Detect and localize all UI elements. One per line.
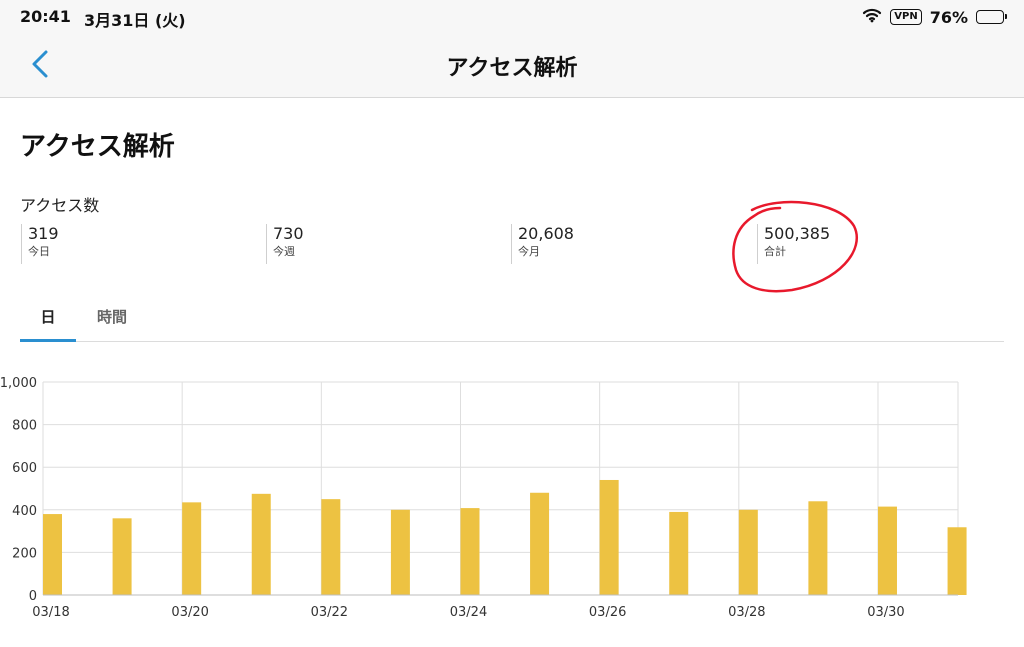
chart-bar [321,499,341,595]
y-tick-label: 1,000 [0,376,37,391]
y-tick-label: 0 [29,589,37,604]
stat-value: 319 [28,224,59,243]
y-tick-label: 400 [12,504,37,519]
battery-icon [976,10,1007,24]
stat-this-month: 20,608 今月 [511,224,574,264]
chart-bar [599,479,619,595]
chart-bar [808,501,828,595]
chart-bar [112,518,132,595]
chart-bar [530,492,550,595]
chart-bar [669,511,689,595]
stat-label: 今月 [518,245,540,258]
tab-bar: 日 時間 [20,300,1004,342]
tab-day[interactable]: 日 [20,306,76,342]
chart-bar [390,509,410,595]
wifi-icon [862,7,882,27]
stat-label: 今日 [28,245,50,258]
stat-label: 今週 [273,245,295,258]
page-title: アクセス解析 [20,132,175,162]
status-bar: 20:41 3月31日 (火) VPN 76% [0,0,1024,34]
x-tick-label: 03/30 [867,605,904,620]
access-count-label: アクセス数 [20,196,100,215]
daily-access-bar-chart: 0 200 400 600 800 1,000 03/18 03/20 03/22 03/24 03… [0,376,967,620]
stat-today: 319 今日 [21,224,59,264]
chart-bar [460,508,480,595]
x-tick-label: 03/18 [32,605,69,620]
chart-bar [947,527,967,595]
stat-this-week: 730 今週 [266,224,304,264]
chart-bar [738,509,758,595]
y-tick-label: 600 [12,461,37,476]
stat-value: 20,608 [518,224,574,243]
status-time: 20:41 [20,7,71,26]
vpn-badge: VPN [890,9,922,25]
status-date: 3月31日 (火) [84,11,186,30]
stat-total: 500,385 合計 [757,224,830,264]
x-tick-label: 03/28 [728,605,765,620]
chart-bar [877,506,897,595]
y-tick-label: 200 [12,546,37,561]
stat-label: 合計 [764,245,786,258]
x-tick-label: 03/22 [311,605,348,620]
nav-title: アクセス解析 [446,56,578,81]
chart-bar [43,514,62,595]
chart-bar [251,493,271,595]
status-indicators: VPN 76% [862,6,1007,28]
x-tick-label: 03/24 [450,605,487,620]
x-tick-label: 03/26 [589,605,626,620]
stat-value: 500,385 [764,224,831,243]
stat-value: 730 [273,224,304,243]
x-tick-label: 03/20 [171,605,208,620]
chart-bar [182,502,202,595]
navigation-bar: アクセス解析 [0,34,1024,98]
y-tick-label: 800 [12,419,37,434]
battery-percentage: 76% [929,7,968,27]
tab-hour[interactable]: 時間 [82,306,142,342]
